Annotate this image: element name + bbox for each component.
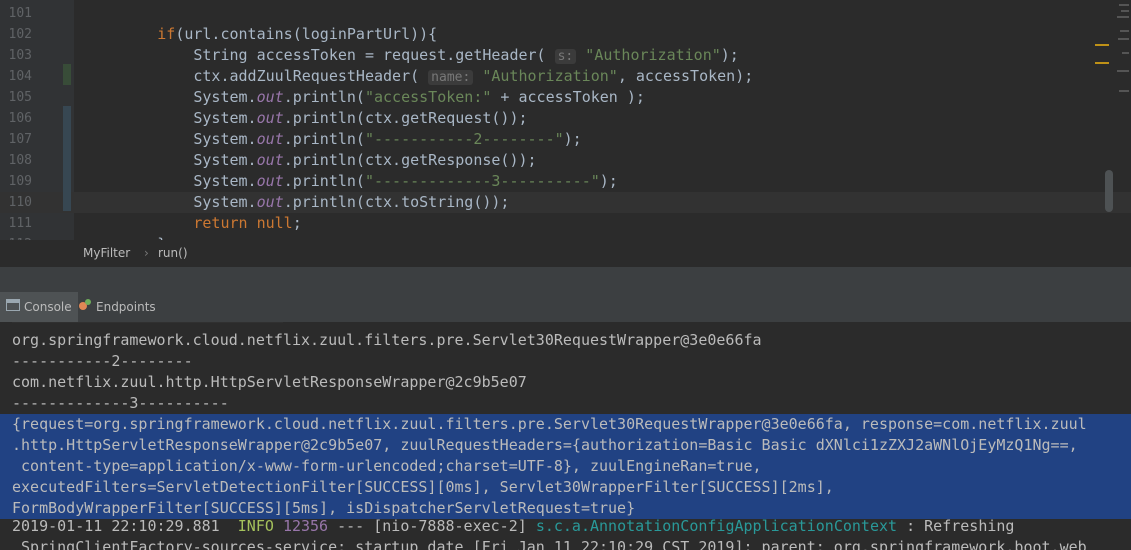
line-number: 102	[8, 27, 32, 42]
breadcrumb-separator-icon: ›	[144, 246, 149, 260]
console-line: {request=org.springframework.cloud.netfl…	[12, 415, 1087, 433]
change-marker	[63, 106, 71, 211]
code-line[interactable]: 111 return null;	[0, 213, 1131, 234]
code-line[interactable]: 109 System.out.println("-------------3--…	[0, 171, 1131, 192]
line-number: 106	[8, 111, 32, 126]
code-line[interactable]: 105 System.out.println("accessToken:" + …	[0, 87, 1131, 108]
code-text: String accessToken = request.getHeader( …	[85, 46, 739, 64]
tool-window-divider	[0, 267, 1131, 292]
code-text: System.out.println("-------------3------…	[85, 172, 618, 190]
code-text: System.out.println("-----------2--------…	[85, 130, 582, 148]
code-line[interactable]: 102 if(url.contains(loginPartUrl)){	[0, 24, 1131, 45]
warning-marker[interactable]	[1095, 62, 1109, 64]
code-line[interactable]: 108 System.out.println(ctx.getResponse()…	[0, 150, 1131, 171]
code-line[interactable]: 101	[0, 3, 1131, 24]
code-editor[interactable]: 101 102 if(url.contains(loginPartUrl)){10…	[0, 0, 1131, 240]
code-text: System.out.println(ctx.getResponse());	[85, 151, 537, 169]
tab-endpoints[interactable]: Endpoints	[72, 292, 162, 322]
tab-console-label: Console	[24, 300, 72, 314]
warning-marker[interactable]	[1095, 44, 1109, 46]
line-number: 109	[8, 174, 32, 189]
code-line[interactable]: 103 String accessToken = request.getHead…	[0, 45, 1131, 66]
line-number: 104	[8, 69, 32, 84]
breadcrumb-method[interactable]: run()	[158, 246, 188, 260]
change-marker	[63, 64, 71, 85]
console-line: executedFilters=ServletDetectionFilter[S…	[12, 478, 834, 496]
line-number: 105	[8, 90, 32, 105]
tab-endpoints-label: Endpoints	[96, 300, 156, 314]
code-text: System.out.println("accessToken:" + acce…	[85, 88, 645, 106]
editor-scrollbar-thumb[interactable]	[1105, 170, 1113, 212]
code-line[interactable]: 104 ctx.addZuulRequestHeader( name: "Aut…	[0, 66, 1131, 87]
line-number: 103	[8, 48, 32, 63]
endpoints-icon	[78, 293, 92, 321]
line-number: 107	[8, 132, 32, 147]
console-line: content-type=application/x-www-form-urle…	[12, 457, 762, 475]
line-number: 111	[8, 216, 32, 231]
console-line: -----------2--------	[12, 352, 193, 370]
code-line[interactable]: 107 System.out.println("-----------2----…	[0, 129, 1131, 150]
code-text: if(url.contains(loginPartUrl)){	[157, 25, 438, 43]
breadcrumb: MyFilter › run()	[0, 240, 1131, 267]
code-line[interactable]: 110 System.out.println(ctx.toString());	[0, 192, 1131, 213]
tool-window-tabs: Console Endpoints	[0, 292, 1131, 323]
tab-console[interactable]: Console	[0, 292, 78, 322]
console-output[interactable]: ‾‾‾‾‾‾‾‾‾‾‾‾‾‾‾‾‾‾‾‾‾‾‾‾‾‾‾‾‾‾ org.sprin…	[0, 322, 1131, 550]
console-line: com.netflix.zuul.http.HttpServletRespons…	[12, 373, 527, 391]
console-line: org.springframework.cloud.netflix.zuul.f…	[12, 331, 762, 349]
console-line: -------------3----------	[12, 394, 229, 412]
editor-minimap	[1115, 0, 1131, 160]
console-line: .http.HttpServletResponseWrapper@2c9b5e0…	[12, 436, 1078, 454]
breadcrumb-class[interactable]: MyFilter	[83, 246, 130, 260]
line-number: 108	[8, 153, 32, 168]
console-icon	[6, 293, 20, 321]
code-text: System.out.println(ctx.getRequest());	[85, 109, 528, 127]
code-text: System.out.println(ctx.toString());	[85, 193, 510, 211]
log-line: 2019-01-11 22:10:29.881 INFO 12356 --- […	[12, 517, 1015, 535]
line-number: 101	[8, 6, 32, 21]
log-line-continuation: SpringClientFactory-sources-service: sta…	[21, 538, 1087, 550]
code-text: return null;	[193, 214, 302, 232]
code-line[interactable]: 106 System.out.println(ctx.getRequest())…	[0, 108, 1131, 129]
code-text: ctx.addZuulRequestHeader( name: "Authori…	[85, 67, 754, 85]
line-number: 110	[8, 195, 32, 210]
